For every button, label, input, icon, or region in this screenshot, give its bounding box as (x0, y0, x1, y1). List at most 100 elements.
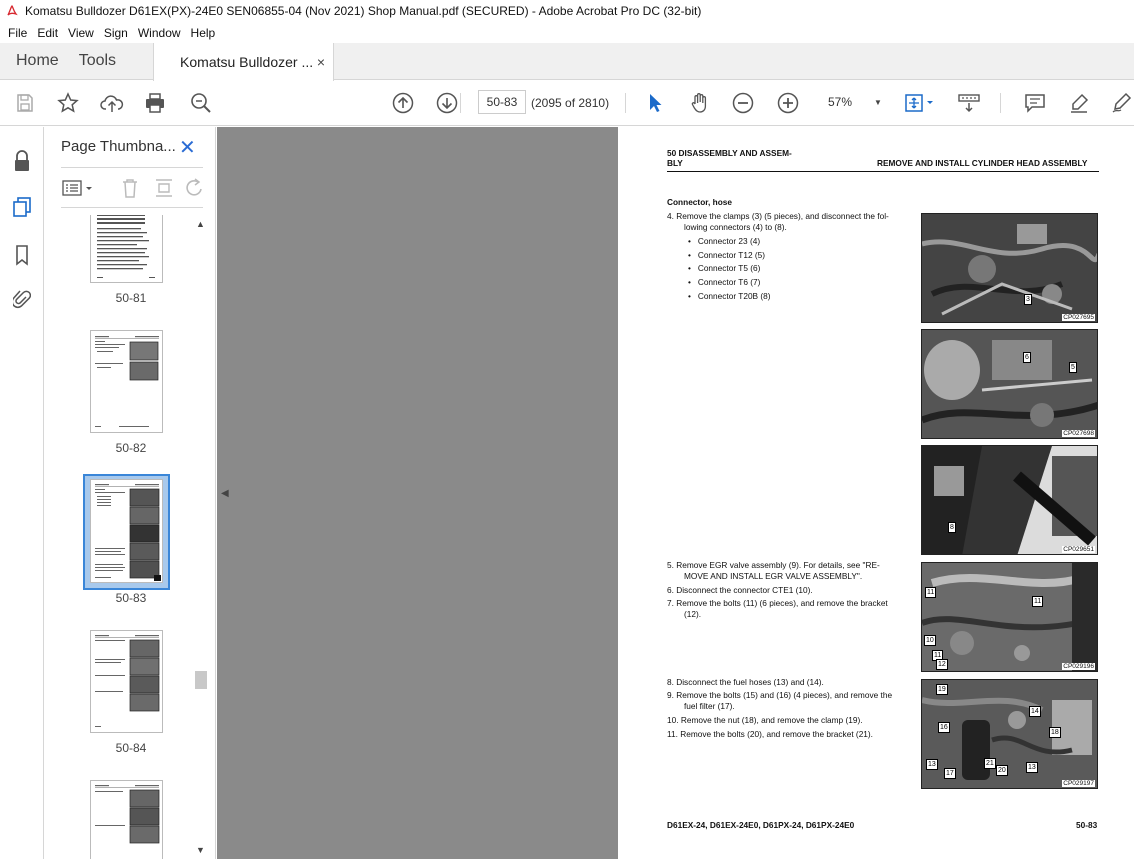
callout-label: 12 (936, 659, 948, 670)
thumbnail-list[interactable]: 50-81 50-82 50-83 50-84 (61, 215, 209, 859)
zoom-out-icon[interactable] (731, 91, 755, 115)
thumbnail-panel: Page Thumbna... ✕ 50-81 50-82 50-83 50-8… (45, 127, 216, 859)
bookmark-icon[interactable] (10, 243, 34, 267)
page-number-input[interactable]: 50-83 (478, 90, 526, 114)
tab-home[interactable]: Home (0, 43, 75, 79)
step-text: fuel filter (17). (684, 701, 735, 711)
hand-icon[interactable] (688, 91, 712, 115)
highlight-icon[interactable] (1067, 91, 1091, 115)
attachment-icon[interactable] (10, 287, 34, 311)
step-text: 10. Remove the nut (18), and remove the … (667, 715, 863, 725)
delete-icon[interactable] (119, 177, 141, 204)
figure-code: CP029197 (1062, 780, 1095, 787)
page-thumbnail-selected[interactable] (90, 479, 163, 583)
zoom-in-icon[interactable] (776, 91, 800, 115)
menu-sign[interactable]: Sign (99, 26, 133, 40)
callout-label: 6 (1023, 352, 1031, 363)
scroll-down-icon[interactable]: ▼ (196, 845, 205, 855)
page-header-left: 50 DISASSEMBLY AND ASSEM- (667, 148, 792, 158)
connector-item: • Connector T5 (6) (688, 263, 761, 273)
step-text: 7. Remove the bolts (11) (6 pieces), and… (667, 598, 888, 608)
page-down-icon[interactable] (435, 91, 459, 115)
callout-label: 10 (924, 635, 936, 646)
select-arrow-icon[interactable] (643, 91, 667, 115)
close-icon[interactable]: ✕ (179, 135, 196, 160)
star-icon[interactable] (56, 91, 80, 115)
thumbnail-label: 50-83 (115, 591, 147, 605)
menu-help[interactable]: Help (186, 26, 221, 40)
figure-code: CP027695 (1062, 314, 1095, 321)
thumbnail-label: 50-82 (115, 441, 147, 455)
scroll-up-icon[interactable]: ▲ (196, 219, 205, 229)
acrobat-logo-icon (5, 4, 19, 18)
callout-label: 20 (996, 765, 1008, 776)
tab-document-label: Komatsu Bulldozer ... (180, 54, 313, 70)
comment-icon[interactable] (1023, 91, 1047, 115)
title-bar: Komatsu Bulldozer D61EX(PX)-24E0 SEN0685… (0, 0, 1134, 22)
menu-file[interactable]: File (3, 26, 32, 40)
figure-code: CP029651 (1062, 546, 1095, 553)
step-text: 4. Remove the clamps (3) (5 pieces), and… (667, 211, 889, 221)
tab-close-icon[interactable]: × (317, 54, 325, 70)
callout-label: 14 (1029, 706, 1041, 717)
collapse-panel-icon[interactable]: ◀ (221, 488, 229, 499)
page-thumbnails-icon[interactable] (10, 195, 34, 219)
page-up-icon[interactable] (391, 91, 415, 115)
callout-label: 5 (1069, 362, 1077, 373)
page-header-right: REMOVE AND INSTALL CYLINDER HEAD ASSEMBL… (877, 158, 1088, 168)
figure-code: CP029196 (1062, 663, 1095, 670)
engine-photo: 6 5 CP027698 (921, 329, 1098, 439)
zoom-value: 57% (828, 95, 853, 109)
page-footer-right: 50-83 (1076, 820, 1098, 830)
figure-code: CP027698 (1062, 430, 1095, 437)
page-thumbnail[interactable] (90, 780, 163, 859)
menu-edit[interactable]: Edit (32, 26, 63, 40)
page-thumbnail[interactable] (90, 215, 163, 283)
thumbnail-label: 50-84 (115, 741, 147, 755)
zoom-search-icon[interactable] (189, 91, 213, 115)
tab-tools[interactable]: Tools (75, 43, 132, 79)
chevron-down-icon: ▼ (874, 97, 882, 107)
menu-bar: File Edit View Sign Window Help (0, 22, 1134, 43)
engine-photo: 11 11 10 11 12 CP029196 (921, 562, 1098, 672)
page-header-left: BLY (667, 158, 683, 168)
rotate-icon[interactable] (185, 177, 205, 204)
menu-view[interactable]: View (63, 26, 99, 40)
extract-pages-icon[interactable] (153, 177, 175, 204)
page-thumbnail[interactable] (90, 630, 163, 733)
callout-label: 19 (936, 684, 948, 695)
lock-icon[interactable] (10, 149, 34, 173)
callout-label: 16 (938, 722, 950, 733)
engine-photo: 19 14 16 18 17 21 20 13 13 CP029197 (921, 679, 1098, 789)
scroll-mode-icon[interactable] (957, 91, 981, 115)
pdf-page: 50 DISASSEMBLY AND ASSEM- BLY REMOVE AND… (618, 127, 1134, 859)
zoom-select[interactable]: 57% ▼ (820, 91, 882, 113)
step-text: 8. Disconnect the fuel hoses (13) and (1… (667, 677, 824, 687)
callout-label: 13 (1026, 762, 1038, 773)
thumbnail-scrollbar[interactable]: ▲ ▼ (194, 219, 208, 855)
sign-icon[interactable] (1110, 91, 1134, 115)
toolbar-separator (1000, 93, 1001, 113)
step-text: 11. Remove the bolts (20), and remove th… (667, 729, 873, 739)
engine-drawing: 8 CP029651 (921, 445, 1098, 555)
window-title: Komatsu Bulldozer D61EX(PX)-24E0 SEN0685… (25, 4, 702, 18)
menu-window[interactable]: Window (133, 26, 186, 40)
callout-label: 3 (1024, 294, 1032, 305)
options-menu-icon[interactable] (61, 177, 97, 204)
save-icon[interactable] (13, 91, 37, 115)
tab-document[interactable]: Komatsu Bulldozer ... × (153, 43, 335, 81)
page-footer-left: D61EX-24, D61EX-24E0, D61PX-24, D61PX-24… (667, 820, 855, 830)
connector-item: • Connector 23 (4) (688, 236, 761, 246)
tab-bar: Home Tools Komatsu Bulldozer ... × (0, 43, 1134, 81)
print-icon[interactable] (143, 91, 167, 115)
step-text: 5. Remove EGR valve assembly (9). For de… (667, 560, 880, 570)
step-text: MOVE AND INSTALL EGR VALVE ASSEMBLY". (684, 571, 863, 581)
panel-title: Page Thumbna... (61, 138, 176, 155)
step-text: lowing connectors (4) to (8). (684, 222, 787, 232)
scrollbar-thumb[interactable] (195, 671, 207, 689)
callout-label: 18 (1049, 727, 1061, 738)
divider (61, 167, 203, 168)
cloud-upload-icon[interactable] (100, 91, 124, 115)
fit-page-icon[interactable] (902, 91, 938, 115)
page-thumbnail[interactable] (90, 330, 163, 433)
